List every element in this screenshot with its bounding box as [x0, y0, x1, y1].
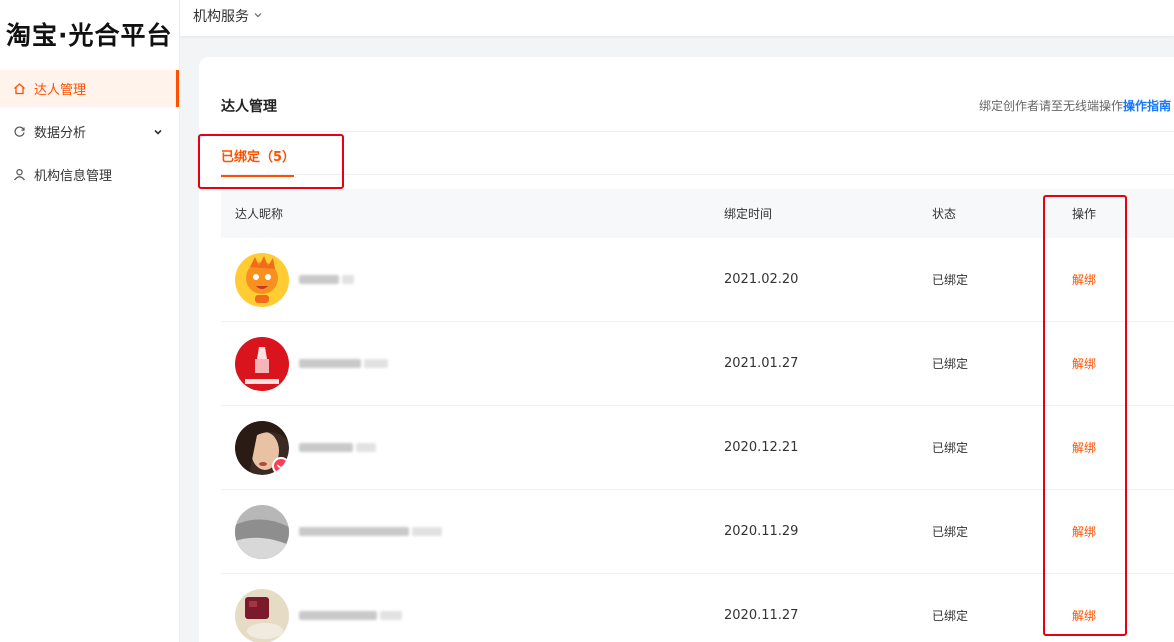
unbind-button[interactable]: 解绑 [1072, 439, 1174, 456]
user-icon [12, 168, 26, 182]
taobao-guanghe-logo: 淘宝·光合平台 [6, 21, 173, 50]
unbind-button[interactable]: 解绑 [1072, 523, 1174, 540]
sidebar-item-org-info[interactable]: 机构信息管理 [0, 156, 179, 193]
nickname-blurred [299, 442, 379, 454]
table-row: 2020.11.29 已绑定 解绑 [221, 490, 1174, 574]
page-title: 达人管理 [221, 99, 277, 115]
status-cell: 已绑定 [932, 609, 969, 623]
home-icon [12, 82, 26, 96]
unbind-button[interactable]: 解绑 [1072, 355, 1174, 372]
sidebar-item-label: 数据分析 [34, 126, 87, 141]
sidebar-item-talent-management[interactable]: 达人管理 [0, 70, 179, 107]
table-row: 2021.01.27 已绑定 解绑 [221, 322, 1174, 406]
nickname-blurred [299, 358, 391, 370]
red-logo-avatar[interactable] [235, 336, 289, 391]
bind-time-cell: 2020.12.21 [724, 440, 799, 455]
table-header: 达人昵称 绑定时间 状态 操作 [221, 189, 1174, 238]
table-row: 2020.11.27 已绑定 解绑 [221, 574, 1174, 642]
bind-time-cell: 2020.11.29 [724, 524, 799, 539]
table-row: 2021.02.20 已绑定 解绑 [221, 238, 1174, 322]
nickname-cell [221, 588, 724, 642]
status-cell: 已绑定 [932, 525, 969, 539]
status-cell: 已绑定 [932, 273, 969, 287]
product-photo-avatar[interactable] [235, 588, 289, 642]
refresh-icon [12, 125, 26, 139]
sidebar-nav: 达人管理 数据分析 机构信息管理 [0, 70, 179, 199]
column-header-nickname: 达人昵称 [235, 207, 284, 221]
operation-guide-link[interactable]: 操作指南 [1123, 99, 1171, 113]
status-cell: 已绑定 [932, 357, 969, 371]
top-bar: 机构服务 [180, 0, 1174, 36]
status-cell: 已绑定 [932, 441, 969, 455]
bind-time-cell: 2020.11.27 [724, 608, 799, 623]
tab-bound[interactable]: 已绑定（5） [221, 146, 295, 177]
sidebar: 淘宝·光合平台 达人管理 数据分析 机构信息管理 [0, 0, 180, 642]
org-service-dropdown[interactable]: 机构服务 [193, 6, 263, 26]
bind-time-cell: 2021.01.27 [724, 356, 799, 371]
nickname-cell [221, 420, 724, 475]
cartoon-flame-avatar[interactable] [235, 252, 289, 307]
chevron-down-icon [249, 8, 263, 24]
woman-photo-avatar[interactable] [235, 420, 289, 475]
nickname-cell [221, 504, 724, 559]
org-service-label: 机构服务 [193, 9, 249, 25]
gray-photo-avatar[interactable] [235, 504, 289, 559]
divider [221, 131, 1174, 132]
sidebar-item-label: 达人管理 [34, 83, 87, 98]
divider [221, 174, 1174, 175]
column-header-status: 状态 [932, 207, 957, 221]
sidebar-item-label: 机构信息管理 [34, 169, 113, 184]
unbind-button[interactable]: 解绑 [1072, 607, 1174, 624]
bind-hint-text: 绑定创作者请至无线端操作 [978, 99, 1123, 113]
bind-hint: 绑定创作者请至无线端操作操作指南 [979, 97, 1171, 114]
talent-management-card: 达人管理 绑定创作者请至无线端操作操作指南 已绑定（5） 达人昵称 绑定时间 状… [199, 57, 1174, 642]
column-header-action: 操作 [1072, 207, 1097, 221]
talent-table: 达人昵称 绑定时间 状态 操作 2021.02.20 已绑定 解绑 2021.0… [221, 189, 1174, 642]
column-header-bind-time: 绑定时间 [724, 207, 773, 221]
sidebar-item-data-analysis[interactable]: 数据分析 [0, 113, 179, 150]
nickname-blurred [299, 526, 445, 538]
nickname-blurred [299, 610, 405, 622]
unbind-button[interactable]: 解绑 [1072, 271, 1174, 288]
table-row: 2020.12.21 已绑定 解绑 [221, 406, 1174, 490]
nickname-blurred [299, 274, 357, 286]
nickname-cell [221, 336, 724, 391]
nickname-cell [221, 252, 724, 307]
chevron-down-icon [153, 126, 163, 136]
bind-time-cell: 2021.02.20 [724, 272, 799, 287]
